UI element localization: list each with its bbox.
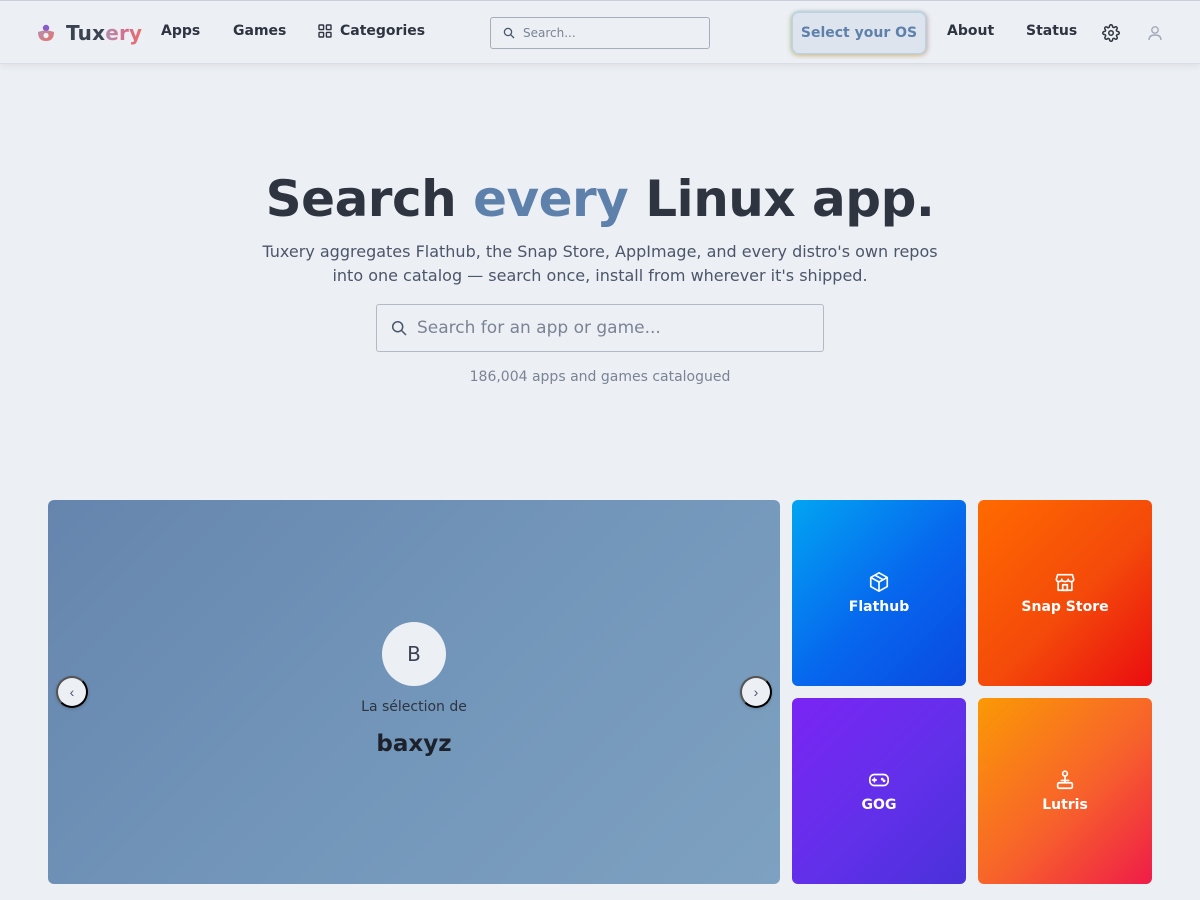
grid-icon — [318, 24, 332, 38]
gear-icon — [1102, 24, 1120, 42]
featured-carousel[interactable]: B La sélection de baxyz ‹ › — [48, 500, 780, 884]
hero-search-box[interactable] — [376, 304, 824, 352]
hero-subtitle: Tuxery aggregates Flathub, the Snap Stor… — [262, 242, 938, 285]
select-os-button[interactable]: Select your OS — [792, 12, 926, 54]
hero-title: Search every Linux app. — [265, 170, 935, 228]
chevron-right-icon: › — [753, 684, 759, 700]
hero-search-input[interactable] — [417, 318, 807, 338]
search-icon — [391, 320, 407, 336]
source-tile-flathub[interactable]: Flathub — [792, 500, 966, 686]
source-tile-label: Snap Store — [1021, 599, 1109, 615]
nav-apps-link[interactable]: Apps — [161, 23, 200, 39]
carousel-prev-button[interactable]: ‹ — [56, 676, 88, 708]
user-icon — [1148, 26, 1162, 41]
nav-categories-label: Categories — [340, 23, 426, 39]
catalog-count: 186,004 apps and games catalogued — [469, 369, 731, 385]
gamepad-icon — [869, 773, 889, 787]
source-tile-label: Flathub — [848, 599, 910, 615]
search-icon — [503, 27, 515, 39]
carousel-next-button[interactable]: › — [740, 676, 772, 708]
tuxery-logo-icon — [38, 24, 54, 41]
hero-title-accent: every — [473, 170, 629, 228]
nav-about-link[interactable]: About — [947, 23, 994, 39]
settings-button[interactable] — [1102, 24, 1120, 42]
curator-name: baxyz — [376, 731, 452, 757]
chevron-left-icon: ‹ — [69, 684, 75, 700]
package-icon — [869, 572, 889, 592]
brand-logo-link[interactable]: Tuxery — [36, 19, 142, 47]
store-icon — [1055, 573, 1075, 592]
source-tile-lutris[interactable]: Lutris — [978, 698, 1152, 884]
top-navbar: Tuxery Apps Games Categories Select your… — [0, 0, 1200, 64]
curator-avatar: B — [382, 622, 446, 686]
nav-status-link[interactable]: Status — [1026, 23, 1077, 39]
header-search-input[interactable] — [523, 26, 703, 40]
brand-name: Tuxery — [66, 21, 143, 45]
source-tile-label: GOG — [861, 797, 897, 813]
source-tile-snap-store[interactable]: Snap Store — [978, 500, 1152, 686]
joystick-icon — [1056, 770, 1074, 790]
source-tile-gog[interactable]: GOG — [792, 698, 966, 884]
curator-kicker: La sélection de — [361, 699, 467, 715]
account-button[interactable] — [1146, 24, 1164, 42]
source-tile-label: Lutris — [1042, 797, 1088, 813]
header-search-box[interactable] — [490, 17, 710, 49]
nav-categories-link[interactable]: Categories — [318, 23, 425, 39]
nav-games-link[interactable]: Games — [233, 23, 286, 39]
